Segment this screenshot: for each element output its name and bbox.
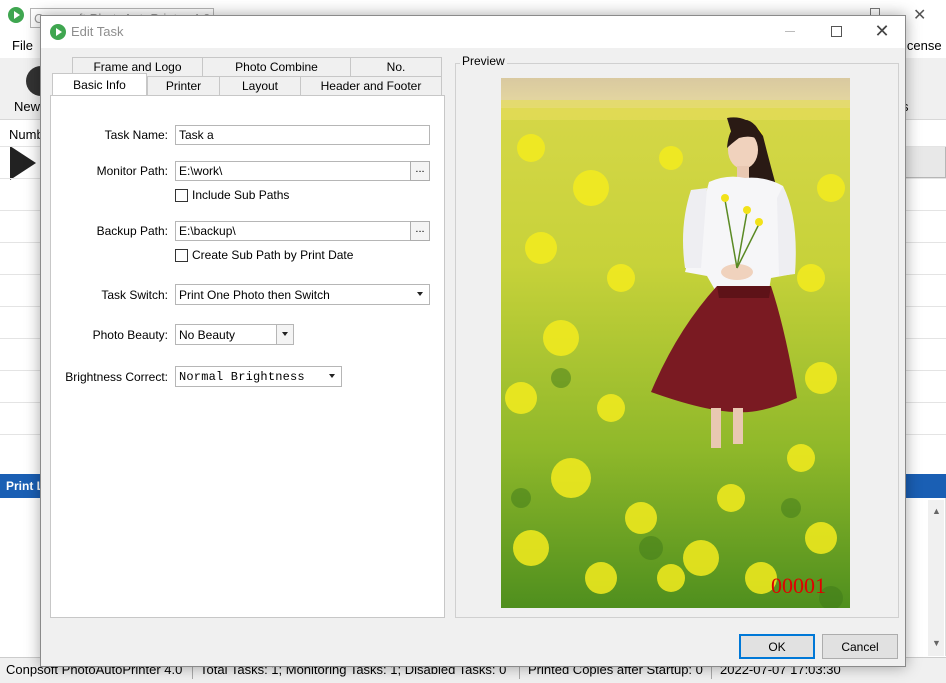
maximize-button[interactable] <box>813 16 859 46</box>
backup-path-browse-button[interactable]: ... <box>410 221 430 241</box>
task-name-label: Task Name: <box>104 128 168 142</box>
close-icon[interactable]: ✕ <box>913 5 926 25</box>
monitor-path-browse-button[interactable]: ... <box>410 161 430 181</box>
dialog-title: Edit Task <box>71 24 124 39</box>
brightness-correct-value[interactable]: Normal Brightness <box>179 370 305 384</box>
include-sub-paths-checkbox[interactable]: Include Sub Paths <box>175 188 289 202</box>
print-log-label: Print L <box>6 479 44 493</box>
task-switch-label: Task Switch: <box>101 288 168 302</box>
print-log-scrollbar[interactable]: ▲ ▼ <box>928 500 944 656</box>
monitor-path-label: Monitor Path: <box>96 164 168 178</box>
photo-beauty-value[interactable]: No Beauty <box>179 328 235 342</box>
ok-button[interactable]: OK <box>739 634 815 659</box>
menu-file[interactable]: File <box>12 38 33 53</box>
tab-no[interactable]: No. <box>350 57 442 76</box>
create-sub-path-checkbox[interactable]: Create Sub Path by Print Date <box>175 248 353 262</box>
chevron-down-icon[interactable] <box>329 374 335 378</box>
task-list-header-number[interactable]: Numb <box>9 127 44 142</box>
backup-path-label: Backup Path: <box>96 224 168 238</box>
task-switch-value[interactable]: Print One Photo then Switch <box>179 288 330 302</box>
close-button[interactable]: ✕ <box>859 16 905 46</box>
preview-label: Preview <box>460 54 507 68</box>
include-sub-paths-label[interactable]: Include Sub Paths <box>192 188 289 202</box>
tab-header-and-footer[interactable]: Header and Footer <box>300 76 442 95</box>
dialog-title-bar: Edit Task ✕ <box>41 16 905 48</box>
brightness-correct-label: Brightness Correct: <box>65 370 168 384</box>
photo-image: 00001 <box>501 78 850 608</box>
scroll-down-icon[interactable]: ▼ <box>932 638 941 648</box>
app-logo-icon <box>8 7 24 23</box>
menu-license[interactable]: icense <box>904 38 942 53</box>
app-logo-icon <box>50 24 66 40</box>
photo-number: 00001 <box>771 573 826 598</box>
new-task-button[interactable]: New <box>14 99 40 114</box>
cancel-button[interactable]: Cancel <box>822 634 898 659</box>
tab-printer[interactable]: Printer <box>147 76 220 95</box>
dropdown-button[interactable] <box>276 325 293 344</box>
selected-row-highlight <box>905 146 946 178</box>
task-switch-select[interactable]: Print One Photo then Switch <box>175 284 430 305</box>
chevron-down-icon[interactable] <box>417 292 423 296</box>
tab-layout[interactable]: Layout <box>219 76 301 95</box>
edit-task-dialog: Edit Task ✕ Frame and Logo Photo Combine… <box>40 15 906 667</box>
create-sub-path-box[interactable] <box>175 248 188 262</box>
include-sub-paths-box[interactable] <box>175 188 188 202</box>
photo-beauty-select[interactable]: No Beauty <box>175 324 294 345</box>
basic-info-panel: Task Name: Task a Monitor Path: E:\work\… <box>50 95 445 618</box>
create-sub-path-label[interactable]: Create Sub Path by Print Date <box>192 248 353 262</box>
tab-basic-info[interactable]: Basic Info <box>52 73 147 95</box>
minimize-button[interactable] <box>767 16 813 46</box>
monitor-path-input[interactable]: E:\work\ <box>175 161 411 181</box>
play-icon[interactable] <box>10 146 36 180</box>
photo-beauty-label: Photo Beauty: <box>92 328 168 342</box>
backup-path-input[interactable]: E:\backup\ <box>175 221 411 241</box>
preview-photo: 00001 <box>501 78 850 608</box>
chevron-down-icon[interactable] <box>282 332 288 336</box>
scroll-up-icon[interactable]: ▲ <box>932 506 941 516</box>
task-name-input[interactable]: Task a <box>175 125 430 145</box>
brightness-correct-select[interactable]: Normal Brightness <box>175 366 342 387</box>
tab-photo-combine[interactable]: Photo Combine <box>202 57 351 76</box>
